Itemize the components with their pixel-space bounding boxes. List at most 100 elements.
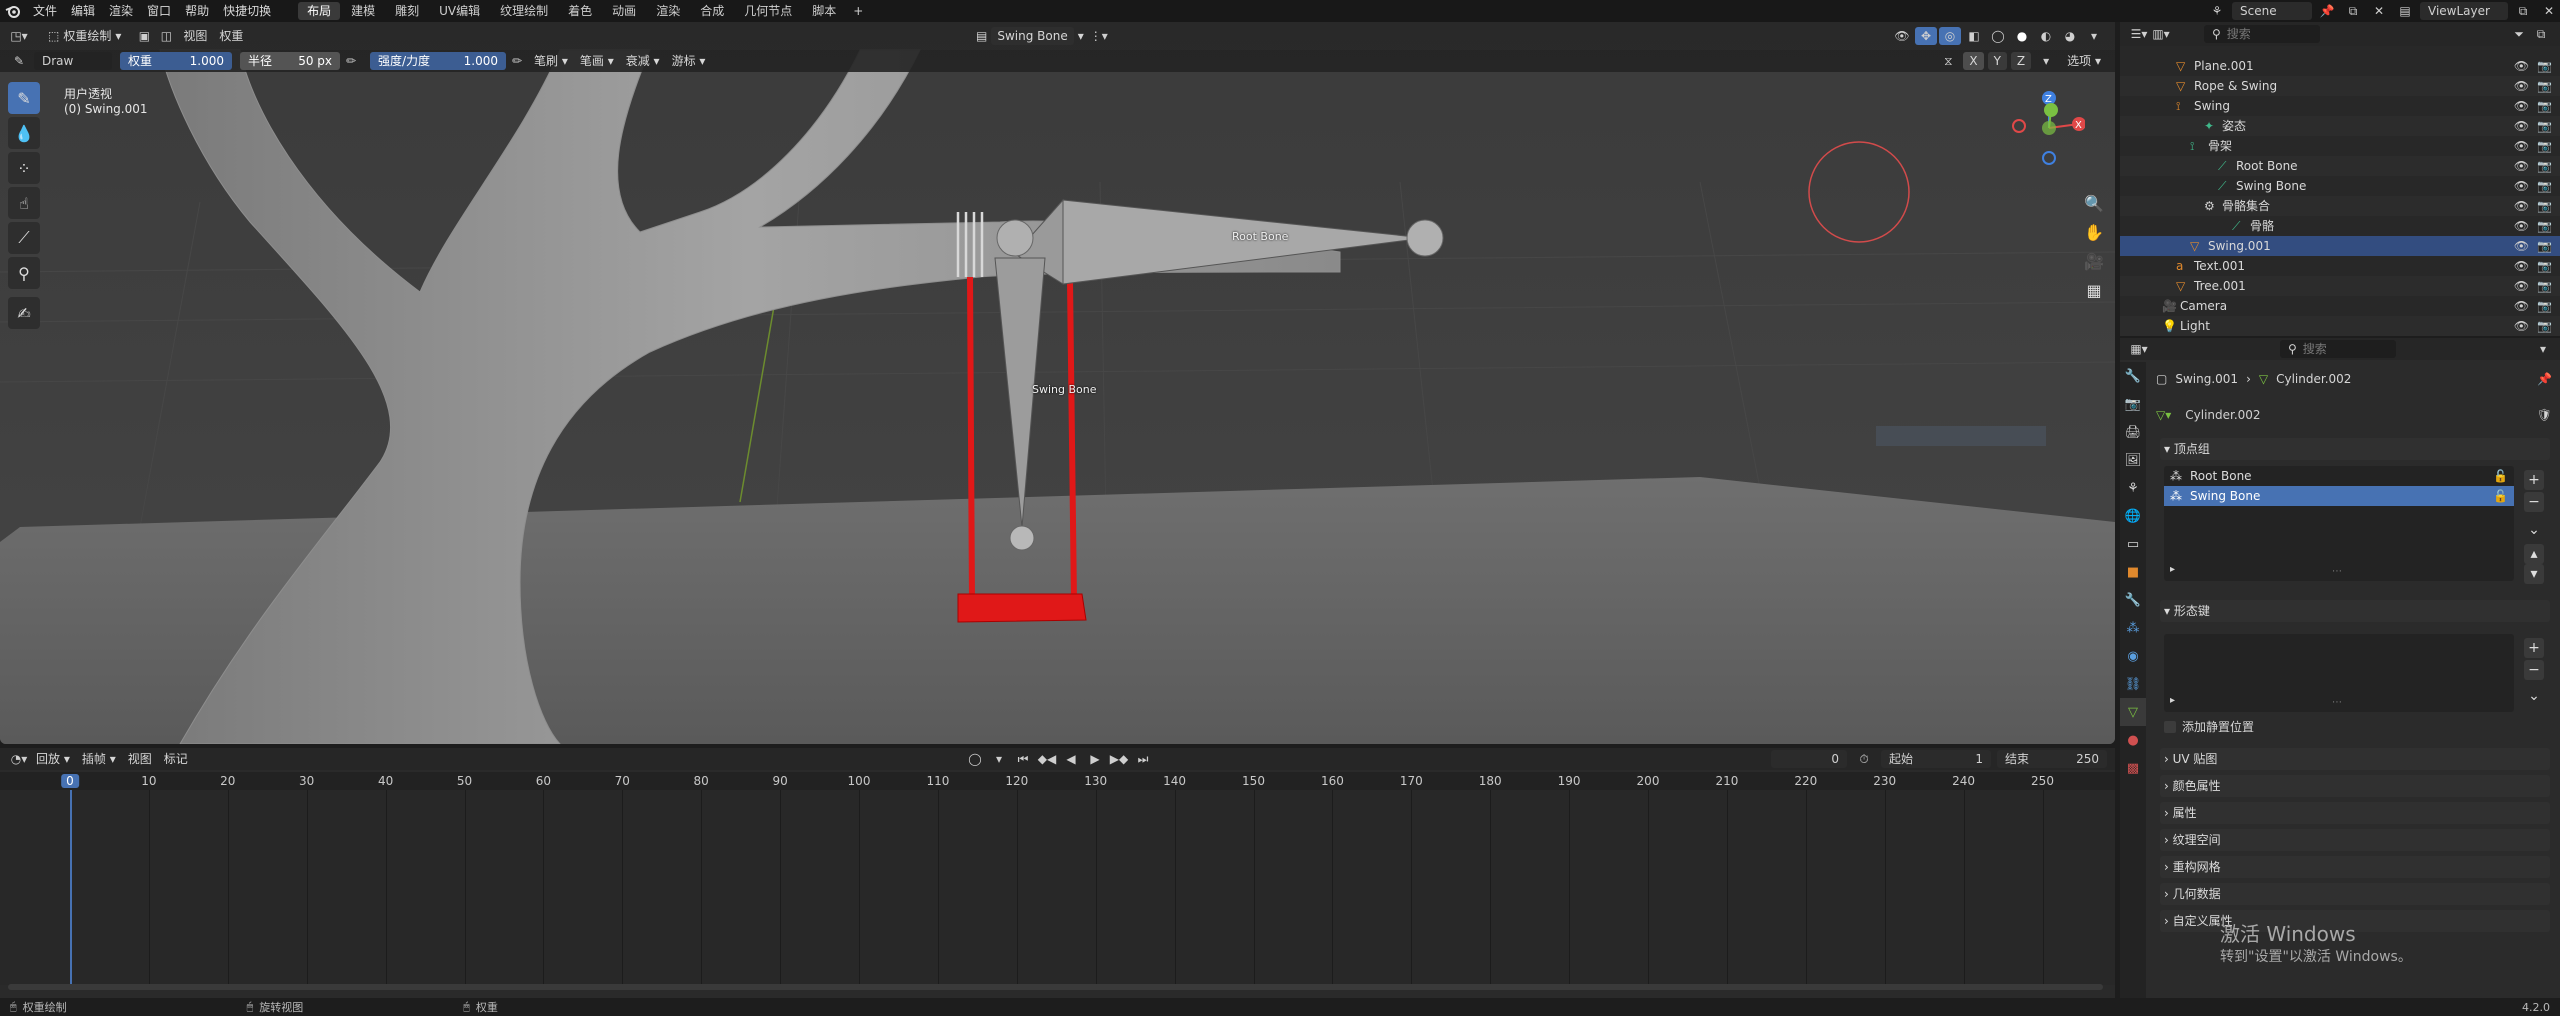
average-tool-icon[interactable]: ⁘	[8, 152, 40, 184]
falloff-menu[interactable]: 衰减 ▾	[620, 52, 666, 70]
render-camera-icon[interactable]: 📷	[2537, 236, 2552, 256]
visibility-icon[interactable]: 👁	[1891, 27, 1913, 45]
new-view-layer-icon[interactable]: ⧉	[2512, 2, 2534, 20]
render-camera-icon[interactable]: 📷	[2537, 296, 2552, 316]
end-frame-field[interactable]: 结束 250	[1997, 750, 2107, 768]
outliner-row[interactable]: ⟋ Root Bone 👁 📷	[2120, 156, 2560, 176]
constraints-tab-icon[interactable]: ⛓	[2120, 670, 2146, 698]
vertex-group-swing-bone[interactable]: ⁂ Swing Bone 🔓	[2164, 486, 2514, 506]
strength-slider[interactable]: 强度/力度 1.000	[370, 52, 506, 70]
annotate-tool-icon[interactable]: ✍	[8, 297, 40, 329]
collection-tab-icon[interactable]: ▭	[2120, 530, 2146, 558]
solid-shading-icon[interactable]: ●	[2011, 27, 2033, 45]
ortho-grid-icon[interactable]: ▦	[2081, 277, 2107, 303]
rendered-shading-icon[interactable]: ◕	[2059, 27, 2081, 45]
tab-animation[interactable]: 动画	[603, 2, 645, 20]
menu-quick-switch[interactable]: 快捷切换	[216, 0, 278, 22]
view-layer-icon[interactable]: ▤	[2394, 2, 2416, 20]
collapsed-panel-header[interactable]: › 属性	[2160, 802, 2550, 824]
marker-menu[interactable]: 标记	[158, 750, 194, 768]
add-rest-position-checkbox[interactable]: 添加静置位置	[2164, 718, 2254, 735]
outliner-row[interactable]: ▽ Plane.001 👁 📷	[2120, 56, 2560, 76]
vertex-groups-list[interactable]: ⁂ Root Bone 🔓 ⁂ Swing Bone 🔓 ▸ ⋯	[2164, 466, 2514, 581]
axis-z-toggle[interactable]: Z	[2010, 52, 2032, 70]
navigation-gizmo[interactable]: Z X	[2005, 82, 2085, 192]
scene-field[interactable]: Scene	[2232, 2, 2312, 20]
display-mode-icon[interactable]: ▥▾	[2150, 25, 2172, 43]
collapsed-panel-header[interactable]: › 几何数据	[2160, 883, 2550, 905]
material-shading-icon[interactable]: ◐	[2035, 27, 2057, 45]
pin-icon[interactable]: 📌	[2316, 2, 2338, 20]
new-collection-icon[interactable]: ⧉	[2530, 25, 2552, 43]
render-camera-icon[interactable]: 📷	[2537, 316, 2552, 336]
add-workspace-icon[interactable]: +	[847, 2, 869, 20]
outliner-row[interactable]: ▽ Swing.001 👁 📷	[2120, 236, 2560, 256]
move-down-button[interactable]: ▾	[2524, 564, 2544, 584]
mask-toggle-icon[interactable]: ▣	[133, 27, 155, 45]
tab-modeling[interactable]: 建模	[342, 2, 384, 20]
timeline-view-menu[interactable]: 视图	[122, 750, 158, 768]
menu-edit[interactable]: 编辑	[64, 0, 102, 22]
play-reverse-icon[interactable]: ◀	[1060, 750, 1082, 768]
delete-view-layer-icon[interactable]: ✕	[2538, 2, 2560, 20]
collapsed-panel-header[interactable]: › 纹理空间	[2160, 829, 2550, 851]
texture-tab-icon[interactable]: ▩	[2120, 754, 2146, 782]
eye-icon[interactable]: 👁	[2514, 156, 2529, 176]
properties-search-input[interactable]: ⚲ 搜索	[2280, 340, 2396, 358]
mesh-data-name-field[interactable]: Cylinder.002	[2177, 406, 2531, 424]
outliner-row[interactable]: ▽ Rope & Swing 👁 📷	[2120, 76, 2560, 96]
expand-filter-icon[interactable]: ▸	[2170, 564, 2175, 575]
jump-start-icon[interactable]: ⏮	[1012, 750, 1034, 768]
chevron-down-icon[interactable]: ▾	[2532, 340, 2554, 358]
menu-render[interactable]: 渲染	[102, 0, 140, 22]
output-tab-icon[interactable]: 🖨	[2120, 418, 2146, 446]
axis-x-toggle[interactable]: X	[1963, 52, 1984, 70]
start-frame-field[interactable]: 起始 1	[1881, 750, 1991, 768]
eye-icon[interactable]: 👁	[2514, 256, 2529, 276]
render-camera-icon[interactable]: 📷	[2537, 256, 2552, 276]
chevron-down-icon[interactable]: ▾	[2035, 52, 2057, 70]
eye-icon[interactable]: 👁	[2514, 76, 2529, 96]
blender-logo-icon[interactable]	[0, 2, 26, 20]
3d-viewport[interactable]: ◳▾ ⬚ 权重绘制 ▾ ▣ ◫ 视图 权重 ▤ Swing Bone ▾ ⋮▾ …	[0, 22, 2115, 744]
tab-texture-paint[interactable]: 纹理绘制	[491, 2, 557, 20]
tab-uv-editing[interactable]: UV编辑	[430, 2, 489, 20]
eye-icon[interactable]: 👁	[2514, 136, 2529, 156]
vertex-groups-panel-header[interactable]: ▾ 顶点组	[2160, 438, 2550, 460]
brush-name-field[interactable]: Draw	[34, 52, 112, 70]
tab-geometry-nodes[interactable]: 几何节点	[735, 2, 801, 20]
collapsed-panel-header[interactable]: › 重构网格	[2160, 856, 2550, 878]
object-tab-icon[interactable]: ■	[2120, 558, 2146, 586]
render-camera-icon[interactable]: 📷	[2537, 156, 2552, 176]
view-layer-field[interactable]: ViewLayer	[2420, 2, 2508, 20]
gizmo-toggle-icon[interactable]: ✥	[1915, 27, 1937, 45]
render-tab-icon[interactable]: 📷	[2120, 390, 2146, 418]
prev-keyframe-icon[interactable]: ◆◀	[1036, 750, 1058, 768]
stroke-menu[interactable]: 笔画 ▾	[574, 52, 620, 70]
editor-type-icon[interactable]: ◳▾	[8, 27, 30, 45]
vertex-group-root-bone[interactable]: ⁂ Root Bone 🔓	[2164, 466, 2514, 486]
world-tab-icon[interactable]: 🌐	[2120, 502, 2146, 530]
outliner-row[interactable]: ▽ Tree.001 👁 📷	[2120, 276, 2560, 296]
pin-icon[interactable]: 📌	[2537, 372, 2552, 386]
move-up-button[interactable]: ▴	[2524, 544, 2544, 564]
pan-hand-icon[interactable]: ✋	[2081, 219, 2107, 245]
transform-pivot-icon[interactable]: ⋮▾	[1088, 27, 1110, 45]
shading-options-icon[interactable]: ▾	[2083, 27, 2105, 45]
gradient-tool-icon[interactable]: ⟋	[8, 222, 40, 254]
delete-scene-icon[interactable]: ✕	[2368, 2, 2390, 20]
render-camera-icon[interactable]: 📷	[2537, 96, 2552, 116]
radius-pressure-icon[interactable]: ✏	[340, 52, 362, 70]
eye-icon[interactable]: 👁	[2514, 236, 2529, 256]
cursor-menu[interactable]: 游标 ▾	[666, 52, 712, 70]
sample-weight-icon[interactable]: ⚲	[8, 257, 40, 289]
radius-slider[interactable]: 半径 50 px	[240, 52, 340, 70]
shape-keys-list[interactable]: ▸ ⋯	[2164, 634, 2514, 712]
menu-weights[interactable]: 权重	[213, 27, 249, 45]
modifier-tab-icon[interactable]: 🔧	[2120, 586, 2146, 614]
draw-tool-icon[interactable]: ✎	[8, 82, 40, 114]
render-camera-icon[interactable]: 📷	[2537, 56, 2552, 76]
xray-toggle-icon[interactable]: ◧	[1963, 27, 1985, 45]
weight-slider[interactable]: 权重 1.000	[120, 52, 232, 70]
resize-handle-icon[interactable]: ⋯	[2332, 697, 2342, 708]
